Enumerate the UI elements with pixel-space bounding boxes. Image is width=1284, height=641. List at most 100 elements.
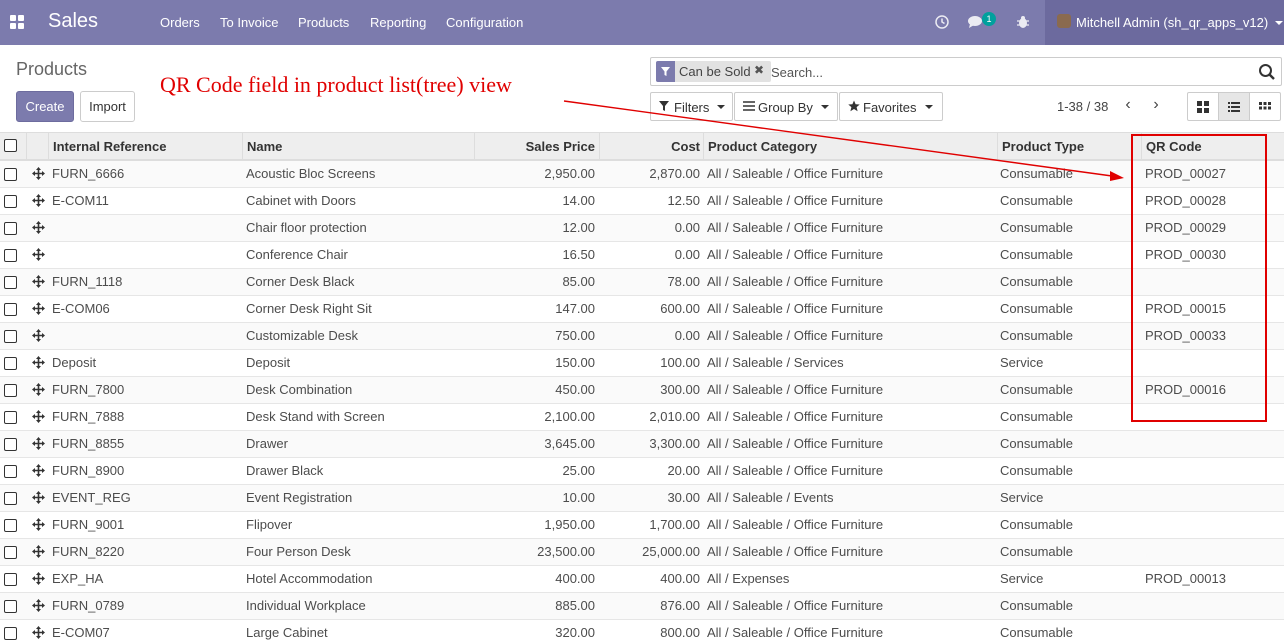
table-row[interactable]: Conference Chair 16.50 0.00 All / Saleable …: [0, 242, 1284, 269]
cell-internal-reference: FURN_8855: [52, 436, 125, 451]
row-checkbox[interactable]: [4, 168, 17, 181]
cell-internal-reference: FURN_1118: [52, 274, 123, 289]
list-view-button[interactable]: [1218, 92, 1250, 121]
row-checkbox[interactable]: [4, 600, 17, 613]
user-menu[interactable]: Mitchell Admin (sh_qr_apps_v12): [1045, 0, 1284, 45]
row-checkbox[interactable]: [4, 384, 17, 397]
apps-menu-icon[interactable]: [10, 15, 24, 29]
table-row[interactable]: EVENT_REG Event Registration 10.00 30.00 All…: [0, 485, 1284, 512]
chevron-left-icon[interactable]: ‹: [1120, 96, 1136, 116]
row-checkbox[interactable]: [4, 195, 17, 208]
table-row[interactable]: E-COM11 Cabinet with Doors 14.00 12.50 All /…: [0, 188, 1284, 215]
row-checkbox[interactable]: [4, 357, 17, 370]
menu-to-invoice[interactable]: To Invoice: [220, 15, 279, 30]
chevron-right-icon[interactable]: ›: [1148, 96, 1164, 116]
drag-handle-icon[interactable]: [32, 464, 45, 477]
table-row[interactable]: Deposit Deposit 150.00 100.00 All / Saleable…: [0, 350, 1284, 377]
drag-handle-icon[interactable]: [32, 221, 45, 234]
drag-handle-icon[interactable]: [32, 329, 45, 342]
drag-handle-icon[interactable]: [32, 572, 45, 585]
row-checkbox[interactable]: [4, 249, 17, 262]
activity-clock-icon[interactable]: [935, 15, 949, 29]
column-product-type[interactable]: Product Type: [997, 133, 1141, 160]
debug-bug-icon[interactable]: [1016, 15, 1030, 29]
table-row[interactable]: FURN_1118 Corner Desk Black 85.00 78.00 All …: [0, 269, 1284, 296]
create-button[interactable]: Create: [16, 91, 74, 122]
drag-handle-icon[interactable]: [32, 545, 45, 558]
cell-product-category: All / Saleable / Office Furniture: [707, 436, 884, 451]
cell-internal-reference: FURN_6666: [52, 166, 125, 181]
cell-product-type: Consumable: [1000, 166, 1073, 181]
row-checkbox[interactable]: [4, 465, 17, 478]
row-checkbox[interactable]: [4, 276, 17, 289]
table-row[interactable]: FURN_8900 Drawer Black 25.00 20.00 All / Sal…: [0, 458, 1284, 485]
qr-code-highlight-box: [1131, 134, 1267, 422]
kanban-view-button[interactable]: [1187, 92, 1219, 121]
menu-products[interactable]: Products: [298, 15, 349, 30]
search-icon[interactable]: [1258, 63, 1276, 81]
row-checkbox[interactable]: [4, 519, 17, 532]
filters-dropdown[interactable]: Filters: [650, 92, 733, 121]
search-input[interactable]: [771, 62, 1251, 82]
table-row[interactable]: FURN_6666 Acoustic Bloc Screens 2,950.00 2,…: [0, 161, 1284, 188]
menu-configuration[interactable]: Configuration: [446, 15, 523, 30]
drag-handle-icon[interactable]: [32, 167, 45, 180]
drag-handle-icon[interactable]: [32, 194, 45, 207]
cell-product-type: Consumable: [1000, 625, 1073, 640]
cell-sales-price: 12.00: [562, 220, 595, 235]
row-checkbox[interactable]: [4, 330, 17, 343]
table-row[interactable]: FURN_8855 Drawer 3,645.00 3,300.00 All / Sal…: [0, 431, 1284, 458]
cell-cost: 400.00: [660, 571, 700, 586]
table-row[interactable]: FURN_7800 Desk Combination 450.00 300.00 All…: [0, 377, 1284, 404]
groupby-dropdown[interactable]: Group By: [734, 92, 838, 121]
cell-product-category: All / Saleable / Office Furniture: [707, 193, 884, 208]
table-row[interactable]: FURN_9001 Flipover 1,950.00 1,700.00 All / S…: [0, 512, 1284, 539]
drag-handle-icon[interactable]: [32, 383, 45, 396]
table-row[interactable]: FURN_8220 Four Person Desk 23,500.00 25,000…: [0, 539, 1284, 566]
row-checkbox[interactable]: [4, 492, 17, 505]
table-row[interactable]: Customizable Desk 750.00 0.00 All / Saleabl…: [0, 323, 1284, 350]
drag-handle-icon[interactable]: [32, 356, 45, 369]
search-facet[interactable]: Can be Sold ✖: [656, 61, 771, 82]
drag-handle-icon[interactable]: [32, 302, 45, 315]
drag-handle-icon[interactable]: [32, 491, 45, 504]
column-internal-reference[interactable]: Internal Reference: [48, 133, 242, 160]
table-row[interactable]: FURN_7888 Desk Stand with Screen 2,100.00 2…: [0, 404, 1284, 431]
row-checkbox[interactable]: [4, 573, 17, 586]
drag-handle-icon[interactable]: [32, 275, 45, 288]
row-checkbox[interactable]: [4, 627, 17, 640]
favorites-dropdown[interactable]: Favorites: [839, 92, 943, 121]
table-row[interactable]: E-COM07 Large Cabinet 320.00 800.00 All / Sa…: [0, 620, 1284, 641]
cell-name: Deposit: [246, 355, 291, 370]
close-icon[interactable]: ✖: [754, 63, 764, 77]
menu-orders[interactable]: Orders: [160, 15, 200, 30]
drag-handle-icon[interactable]: [32, 626, 45, 639]
drag-handle-icon[interactable]: [32, 599, 45, 612]
row-checkbox[interactable]: [4, 411, 17, 424]
pager-value[interactable]: 1-38 / 38: [1057, 99, 1108, 114]
search-bar[interactable]: Can be Sold ✖: [650, 57, 1282, 86]
drag-handle-icon[interactable]: [32, 437, 45, 450]
column-name[interactable]: Name: [242, 133, 474, 160]
cell-internal-reference: [52, 242, 238, 268]
row-checkbox[interactable]: [4, 438, 17, 451]
drag-handle-icon[interactable]: [32, 518, 45, 531]
import-button[interactable]: Import: [80, 91, 135, 122]
column-cost[interactable]: Cost: [599, 133, 704, 160]
table-row[interactable]: EXP_HA Hotel Accommodation 400.00 400.00 All…: [0, 566, 1284, 593]
select-all-checkbox[interactable]: [4, 139, 17, 152]
app-title[interactable]: Sales: [48, 10, 98, 33]
column-sales-price[interactable]: Sales Price: [474, 133, 599, 160]
drag-handle-icon[interactable]: [32, 410, 45, 423]
table-row[interactable]: Chair floor protection 12.00 0.00 All / Sal…: [0, 215, 1284, 242]
grid-view-button[interactable]: [1249, 92, 1281, 121]
cell-name: Conference Chair: [246, 247, 348, 262]
column-product-category[interactable]: Product Category: [703, 133, 997, 160]
table-row[interactable]: FURN_0789 Individual Workplace 885.00 876.0…: [0, 593, 1284, 620]
row-checkbox[interactable]: [4, 303, 17, 316]
table-row[interactable]: E-COM06 Corner Desk Right Sit 147.00 600.00…: [0, 296, 1284, 323]
row-checkbox[interactable]: [4, 546, 17, 559]
drag-handle-icon[interactable]: [32, 248, 45, 261]
row-checkbox[interactable]: [4, 222, 17, 235]
menu-reporting[interactable]: Reporting: [370, 15, 426, 30]
